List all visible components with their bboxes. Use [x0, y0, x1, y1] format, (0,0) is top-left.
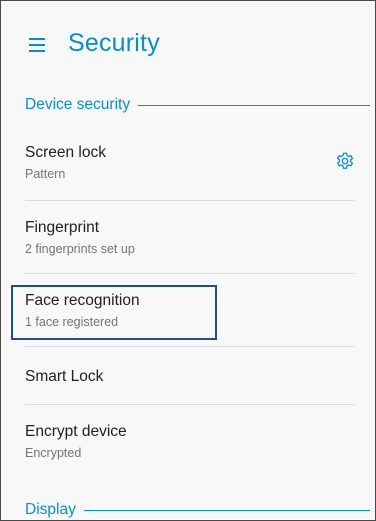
item-summary: Pattern	[25, 167, 66, 181]
setting-item-screen-lock[interactable]: Screen lock Pattern	[1, 121, 375, 191]
hamburger-menu-icon[interactable]	[29, 38, 45, 52]
section-title: Device security	[25, 96, 131, 113]
item-summary: Encrypted	[25, 446, 82, 460]
setting-item-encrypt-device[interactable]: Encrypt device Encrypted	[1, 405, 375, 475]
item-summary: 2 fingerprints set up	[25, 242, 135, 256]
setting-item-smart-lock[interactable]: Smart Lock	[1, 347, 375, 404]
page-title: Security	[68, 29, 160, 57]
item-title: Screen lock	[25, 144, 106, 161]
item-title: Smart Lock	[25, 368, 104, 385]
section-header-device-security: Device security	[25, 96, 370, 114]
section-title: Display	[25, 501, 76, 518]
section-header-display: Display	[25, 501, 370, 519]
section-divider	[83, 509, 370, 511]
item-title: Fingerprint	[25, 219, 100, 236]
gear-icon[interactable]	[334, 151, 356, 173]
app-bar: Security	[1, 1, 375, 87]
section-divider	[138, 104, 370, 106]
highlight-box	[11, 285, 217, 340]
setting-item-fingerprint[interactable]: Fingerprint 2 fingerprints set up	[1, 201, 375, 273]
settings-screen: Security Device security Screen lock Pat…	[0, 0, 376, 521]
item-title: Encrypt device	[25, 423, 127, 440]
